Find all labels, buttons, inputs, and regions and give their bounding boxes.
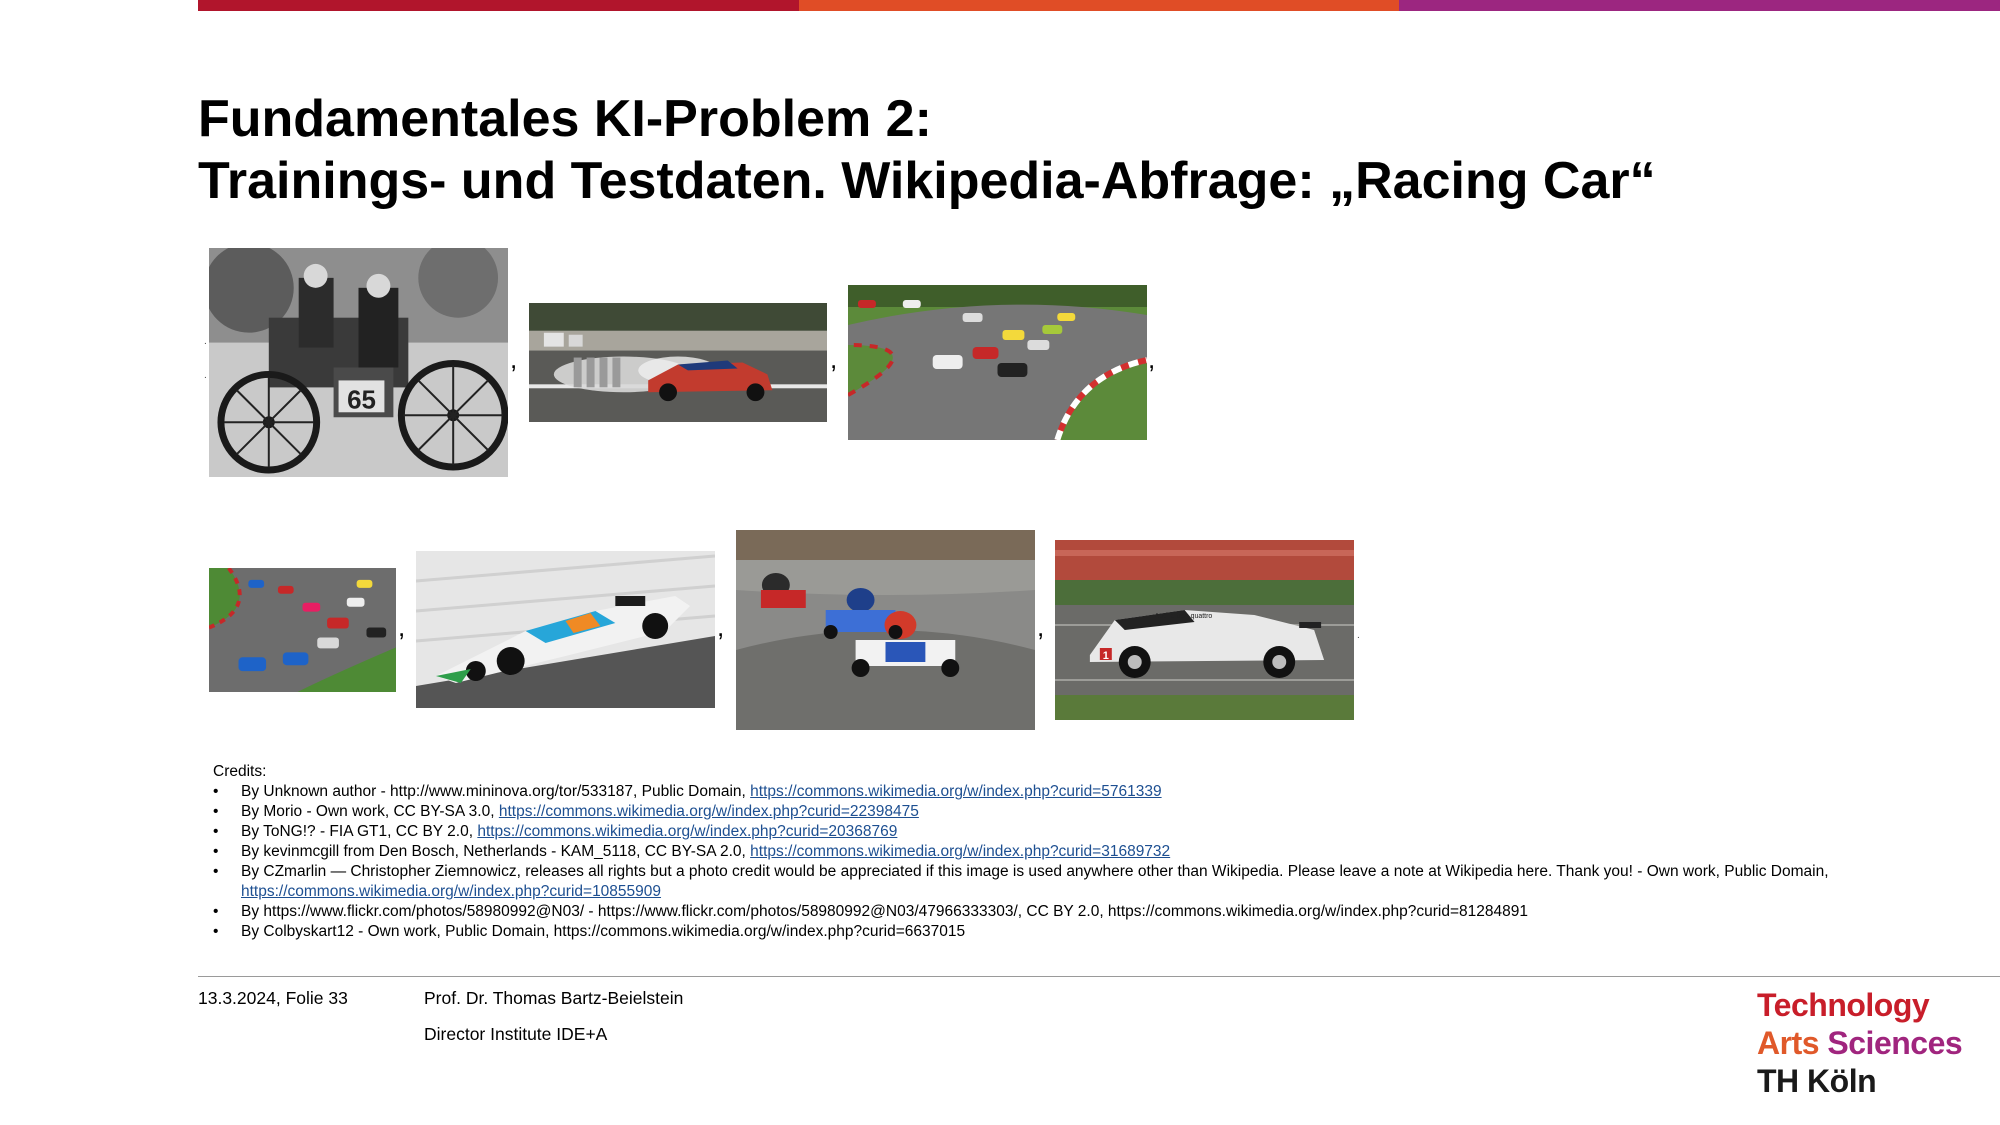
credit-item: By CZmarlin — Christopher Ziemnowicz, re… <box>213 862 1913 902</box>
accent-bar-red <box>198 0 799 11</box>
footer-date-slide: 13.3.2024, Folie 33 <box>198 988 348 1008</box>
th-koeln-logo: Technology Arts Sciences TH Köln <box>1757 986 1963 1100</box>
footer-divider <box>198 976 2000 977</box>
separator-comma: , <box>717 612 725 642</box>
credit-item: By https://www.flickr.com/photos/5898099… <box>213 902 1913 922</box>
go-kart-photo <box>736 530 1035 730</box>
logo-line-arts-sciences: Arts Sciences <box>1757 1024 1963 1062</box>
credit-item: By ToNG!? - FIA GT1, CC BY 2.0, https://… <box>213 822 1913 842</box>
touring-car-pack-photo <box>209 568 396 692</box>
credit-text: By CZmarlin — Christopher Ziemnowicz, re… <box>241 863 1829 880</box>
credit-text: By Colbyskart12 - Own work, Public Domai… <box>241 923 966 940</box>
credits-block: Credits: By Unknown author - http://www.… <box>213 762 1913 942</box>
separator-comma: , <box>398 612 406 642</box>
race-number-plate: 65 <box>347 386 376 414</box>
credit-text: By https://www.flickr.com/photos/5898099… <box>241 903 1528 920</box>
credit-text: By Unknown author - http://www.mininova.… <box>241 783 751 800</box>
credit-item: By Morio - Own work, CC BY-SA 3.0, https… <box>213 802 1913 822</box>
accent-bar <box>198 0 2000 11</box>
credit-text: By kevinmcgill from Den Bosch, Netherlan… <box>241 843 751 860</box>
logo-word-arts: Arts <box>1757 1025 1820 1061</box>
accent-bar-orange <box>798 0 1400 11</box>
separator-comma: , <box>1037 612 1045 642</box>
footer-author: Prof. Dr. Thomas Bartz-Beielstein <box>424 988 684 1008</box>
slide-title-line-2: Trainings- und Testdaten. Wikipedia-Abfr… <box>198 152 1656 210</box>
vintage-race-car-photo: 65 <box>209 248 508 477</box>
logo-line-th-koeln: TH Köln <box>1757 1063 1877 1099</box>
separator-comma: , <box>830 344 838 374</box>
gt-race-track-photo <box>848 285 1147 440</box>
credit-link[interactable]: https://commons.wikimedia.org/w/index.ph… <box>499 803 919 820</box>
credit-link[interactable]: https://commons.wikimedia.org/w/index.ph… <box>750 843 1170 860</box>
credits-heading: Credits: <box>213 763 267 780</box>
credits-list: By Unknown author - http://www.mininova.… <box>213 782 1913 942</box>
slide-title: Fundamentales KI-Problem 2: Trainings- u… <box>198 88 1656 212</box>
slide-title-line-1: Fundamentales KI-Problem 2: <box>198 90 932 148</box>
separator-comma: , <box>510 344 518 374</box>
accent-bar-purple <box>1399 0 2000 11</box>
car-livery: Audi e-tron quattro <box>1155 613 1213 620</box>
credit-text: By Morio - Own work, CC BY-SA 3.0, <box>241 803 499 820</box>
drag-race-photo <box>529 303 827 422</box>
credit-item: By kevinmcgill from Den Bosch, Netherlan… <box>213 842 1913 862</box>
separator-comma: , <box>1148 344 1156 374</box>
separator-dot: . <box>1357 630 1360 641</box>
indycar-photo <box>416 551 715 708</box>
logo-line-technology: Technology <box>1757 987 1930 1023</box>
credit-text: By ToNG!? - FIA GT1, CC BY 2.0, <box>241 823 478 840</box>
credit-link[interactable]: https://commons.wikimedia.org/w/index.ph… <box>477 823 897 840</box>
car-number: 1 <box>1103 650 1109 662</box>
logo-word-sciences: Sciences <box>1827 1025 1963 1061</box>
credit-link[interactable]: https://commons.wikimedia.org/w/index.ph… <box>750 783 1161 800</box>
footer-role: Director Institute IDE+A <box>424 1024 608 1044</box>
credit-link[interactable]: https://commons.wikimedia.org/w/index.ph… <box>241 883 661 900</box>
separator-dot: . <box>204 336 207 347</box>
credit-item: By Colbyskart12 - Own work, Public Domai… <box>213 922 1913 942</box>
le-mans-prototype-photo: 1 Audi e-tron quattro <box>1055 540 1354 720</box>
credit-item: By Unknown author - http://www.mininova.… <box>213 782 1913 802</box>
separator-dot: . <box>204 370 207 381</box>
